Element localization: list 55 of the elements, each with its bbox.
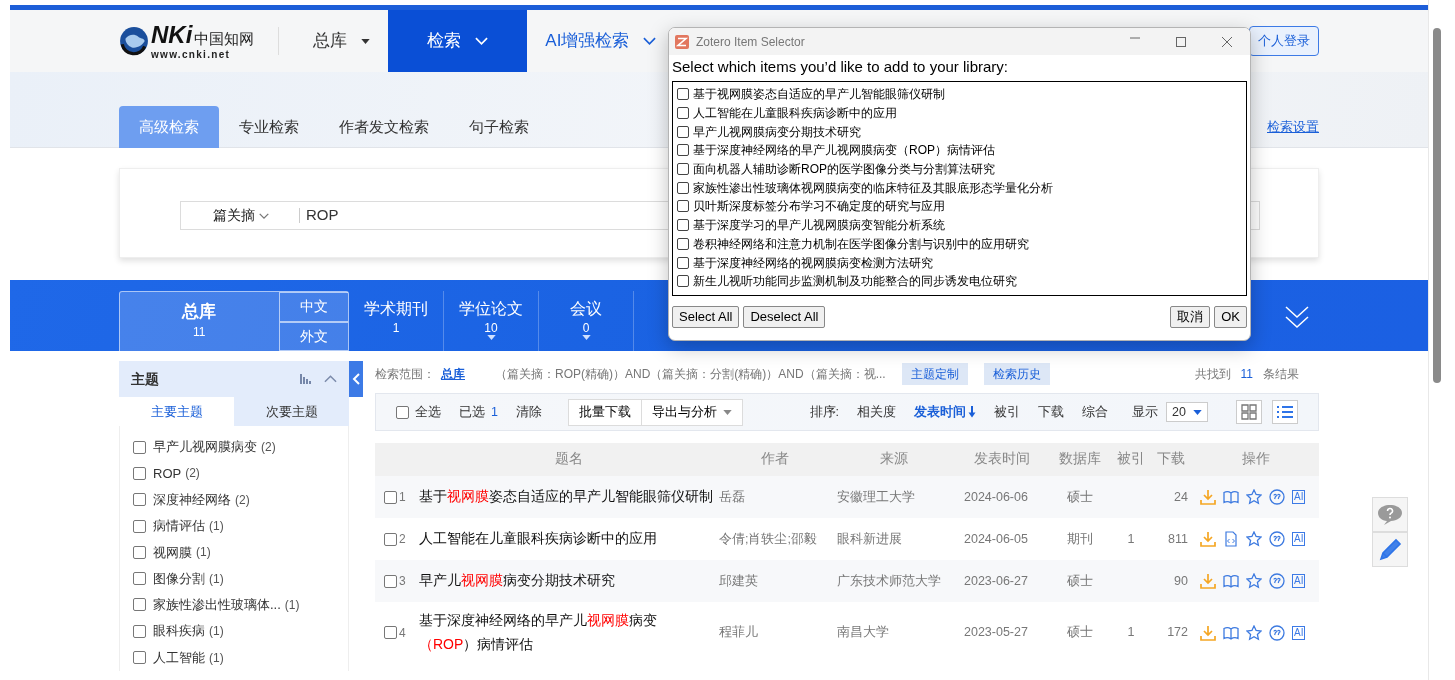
- display-label: 显示: [1132, 403, 1158, 421]
- download-count: 90: [1173, 572, 1189, 590]
- date-cell-text: 2023-06-27: [963, 572, 1029, 590]
- count-label: (1): [284, 596, 300, 614]
- date-cell-text: 2024-06-06: [963, 488, 1029, 506]
- dialog-prompt: Select which items you’d like to add to your library:: [671, 57, 1009, 77]
- download-count: 172: [1166, 624, 1189, 642]
- row-number: 2: [399, 531, 406, 548]
- column-header: 来源: [878, 450, 909, 469]
- column-header: 数据库: [1058, 450, 1102, 469]
- count-label: (1): [196, 544, 211, 562]
- query-text: （篇关摘：ROP(精确)）AND（篇关摘：分割(精确)）AND（篇关摘：视...: [495, 366, 886, 383]
- selected-count: 1: [491, 403, 498, 421]
- cited-count: 1: [1126, 530, 1136, 548]
- count-label: (2): [261, 439, 276, 457]
- date-cell-text: 2023-05-27: [963, 624, 1029, 642]
- count-label: (1): [209, 570, 224, 588]
- result-label: 共找到: [1194, 366, 1231, 383]
- database-cell-text: 期刊: [1066, 530, 1094, 548]
- logo-text: NKi: [151, 22, 193, 47]
- count-label: (2): [185, 465, 200, 483]
- tab-label: 总库: [182, 302, 217, 323]
- date-cell-text: 2024-06-05: [963, 530, 1029, 548]
- result-label: 条结果: [1263, 366, 1299, 383]
- row-number: 3: [399, 573, 406, 590]
- column-header: 操作: [1240, 450, 1271, 469]
- download-count: 24: [1173, 488, 1189, 506]
- count-label: (1): [209, 623, 224, 641]
- column-header: 题名: [554, 450, 584, 469]
- count-label: 1: [392, 322, 400, 335]
- result-count: 11: [1240, 366, 1253, 383]
- download-count: 811: [1167, 530, 1189, 548]
- row-number: 4: [399, 624, 406, 642]
- logo-text: 中国知网: [194, 31, 255, 47]
- count-label: (1): [209, 518, 224, 536]
- scope-label: 检索范围：: [375, 366, 435, 383]
- count-label: (1): [209, 649, 224, 667]
- column-header: 被引: [1116, 450, 1146, 469]
- column-header: 发表时间: [973, 450, 1031, 469]
- count-label: 0: [582, 322, 590, 335]
- column-header: 作者: [760, 450, 790, 469]
- window-title: Zotero Item Selector: [696, 33, 805, 51]
- database-cell-text: 硕士: [1066, 572, 1094, 590]
- database-cell-text: 硕士: [1066, 624, 1094, 642]
- logo-url: www.cnki.net: [151, 49, 232, 60]
- sort-label: 排序:: [809, 403, 839, 421]
- column-header: 下载: [1156, 450, 1186, 469]
- count-label: 10: [484, 322, 498, 335]
- cited-count: 1: [1126, 624, 1136, 642]
- selected-label: 已选: [459, 403, 485, 421]
- panel-title: 主题: [131, 369, 159, 389]
- count-label: 11: [193, 323, 206, 341]
- row-number: 1: [399, 489, 406, 506]
- count-label: (2): [235, 491, 250, 509]
- database-cell-text: 硕士: [1066, 488, 1094, 506]
